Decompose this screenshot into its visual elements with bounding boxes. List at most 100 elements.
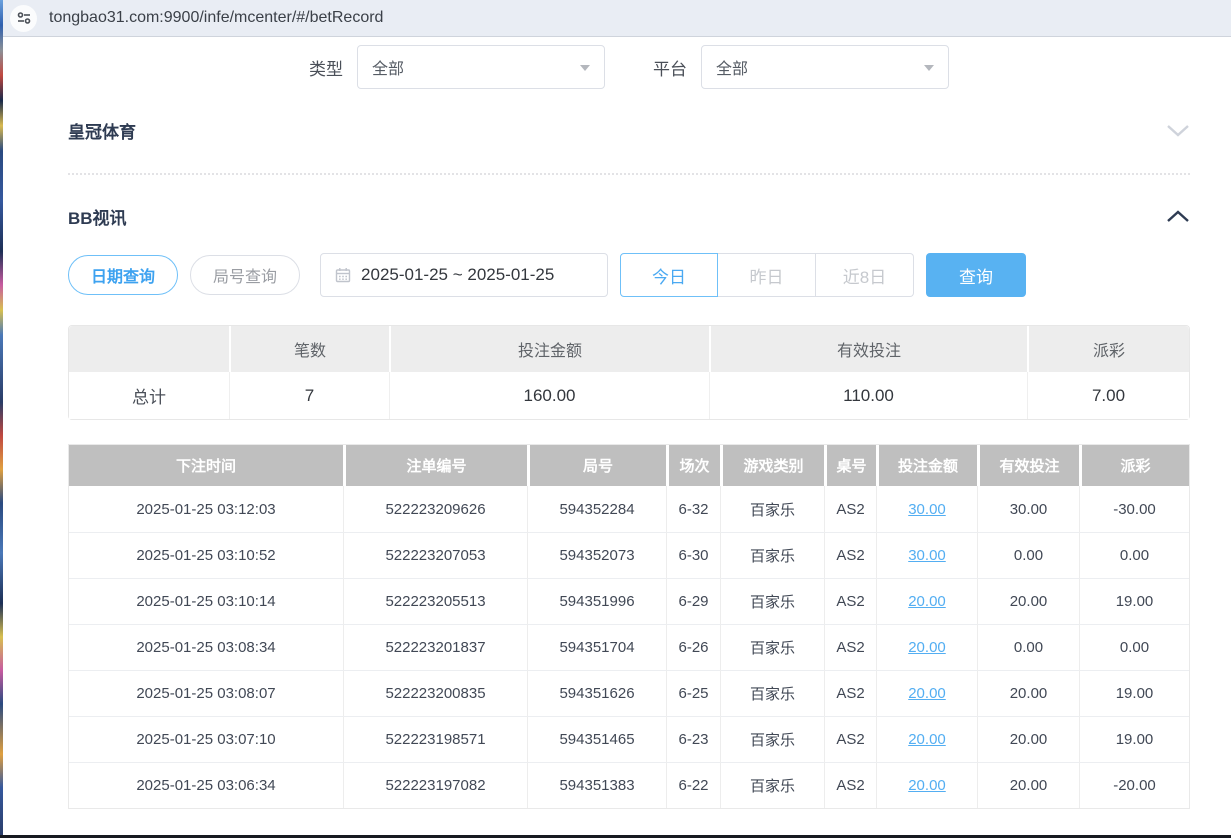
bet-amount-link[interactable]: 20.00: [908, 731, 946, 748]
quick-last8days-button[interactable]: 近8日: [816, 253, 914, 297]
table-row: 2025-01-25 03:08:34522223201837594351704…: [69, 624, 1189, 670]
header-bet-amount: 投注金额: [876, 445, 977, 486]
bet-amount-cell: 20.00: [876, 578, 977, 624]
payout-cell: 19.00: [1079, 670, 1189, 716]
payout-cell: 19.00: [1079, 716, 1189, 762]
round-query-button[interactable]: 局号查询: [190, 255, 300, 295]
valid-bet-cell: 20.00: [977, 670, 1079, 716]
header-round-no: 局号: [527, 445, 666, 486]
order-no-cell: 522223209626: [343, 486, 527, 532]
table-no-cell: AS2: [824, 486, 876, 532]
quick-today-button[interactable]: 今日: [620, 253, 718, 297]
bet-time-cell: 2025-01-25 03:07:10: [69, 716, 343, 762]
chevron-down-icon: [580, 65, 590, 76]
game-type-cell: 百家乐: [720, 716, 824, 762]
section-bb-video[interactable]: BB视讯: [68, 201, 1190, 231]
order-no-cell: 522223207053: [343, 532, 527, 578]
summary-header-payout: 派彩: [1027, 326, 1189, 372]
payout-cell: -20.00: [1079, 762, 1189, 808]
round-no-cell: 594351704: [527, 624, 666, 670]
game-type-cell: 百家乐: [720, 532, 824, 578]
summary-header-row: 笔数 投注金额 有效投注 派彩: [69, 326, 1189, 372]
header-payout: 派彩: [1079, 445, 1189, 486]
bet-amount-cell: 30.00: [876, 486, 977, 532]
summary-table: 笔数 投注金额 有效投注 派彩 总计 7 160.00 110.00 7.00: [68, 325, 1190, 420]
quick-yesterday-button[interactable]: 昨日: [718, 253, 816, 297]
table-row: 2025-01-25 03:06:34522223197082594351383…: [69, 762, 1189, 808]
bet-time-cell: 2025-01-25 03:10:14: [69, 578, 343, 624]
left-edge-artifact: [0, 0, 3, 838]
date-query-button[interactable]: 日期查询: [68, 255, 178, 295]
payout-cell: 0.00: [1079, 624, 1189, 670]
header-table-no: 桌号: [824, 445, 876, 486]
table-row: 2025-01-25 03:12:03522223209626594352284…: [69, 486, 1189, 532]
game-type-cell: 百家乐: [720, 762, 824, 808]
bet-amount-link[interactable]: 20.00: [908, 777, 946, 794]
table-no-cell: AS2: [824, 532, 876, 578]
valid-bet-cell: 0.00: [977, 532, 1079, 578]
bet-amount-cell: 20.00: [876, 762, 977, 808]
valid-bet-cell: 20.00: [977, 762, 1079, 808]
session-cell: 6-22: [666, 762, 720, 808]
bet-time-cell: 2025-01-25 03:08:07: [69, 670, 343, 716]
round-no-cell: 594351465: [527, 716, 666, 762]
bet-amount-link[interactable]: 30.00: [908, 547, 946, 564]
header-session: 场次: [666, 445, 720, 486]
order-no-cell: 522223197082: [343, 762, 527, 808]
bet-amount-cell: 30.00: [876, 532, 977, 578]
bet-amount-link[interactable]: 30.00: [908, 501, 946, 518]
round-no-cell: 594352284: [527, 486, 666, 532]
game-type-cell: 百家乐: [720, 578, 824, 624]
quick-range-group: 今日 昨日 近8日: [620, 253, 914, 297]
date-range-value: 2025-01-25 ~ 2025-01-25: [361, 265, 554, 285]
platform-select-value: 全部: [716, 55, 748, 79]
summary-header-bet-amount: 投注金额: [389, 326, 709, 372]
site-settings-icon[interactable]: [10, 5, 37, 32]
bet-time-cell: 2025-01-25 03:12:03: [69, 486, 343, 532]
valid-bet-cell: 0.00: [977, 624, 1079, 670]
header-valid-bet: 有效投注: [977, 445, 1079, 486]
round-no-cell: 594352073: [527, 532, 666, 578]
session-cell: 6-30: [666, 532, 720, 578]
summary-total-row: 总计 7 160.00 110.00 7.00: [69, 372, 1189, 419]
bet-table-header-row: 下注时间 注单编号 局号 场次 游戏类别 桌号 投注金额 有效投注 派彩: [69, 445, 1189, 486]
bet-time-cell: 2025-01-25 03:10:52: [69, 532, 343, 578]
valid-bet-cell: 20.00: [977, 578, 1079, 624]
order-no-cell: 522223200835: [343, 670, 527, 716]
section-title-crown: 皇冠体育: [68, 118, 136, 143]
round-no-cell: 594351996: [527, 578, 666, 624]
platform-select[interactable]: 全部: [701, 45, 949, 89]
bet-record-page: 类型 全部 平台 全部 皇冠体育 BB视: [0, 45, 1231, 809]
type-filter-group: 类型 全部: [309, 45, 605, 89]
order-no-cell: 522223198571: [343, 716, 527, 762]
round-no-cell: 594351383: [527, 762, 666, 808]
browser-address-bar[interactable]: tongbao31.com:9900/infe/mcenter/#/betRec…: [0, 0, 1231, 37]
url-text: tongbao31.com:9900/infe/mcenter/#/betRec…: [49, 9, 383, 27]
table-no-cell: AS2: [824, 670, 876, 716]
type-select[interactable]: 全部: [357, 45, 605, 89]
session-cell: 6-23: [666, 716, 720, 762]
bet-amount-link[interactable]: 20.00: [908, 639, 946, 656]
chevron-up-icon: [1166, 210, 1190, 223]
type-filter-label: 类型: [309, 55, 343, 80]
bet-records-table: 下注时间 注单编号 局号 场次 游戏类别 桌号 投注金额 有效投注 派彩 202…: [68, 444, 1190, 809]
calendar-icon: [335, 267, 351, 283]
date-range-picker[interactable]: 2025-01-25 ~ 2025-01-25: [320, 253, 608, 297]
payout-cell: -30.00: [1079, 486, 1189, 532]
game-type-cell: 百家乐: [720, 670, 824, 716]
search-button[interactable]: 查询: [926, 253, 1026, 297]
summary-header-valid-bet: 有效投注: [709, 326, 1027, 372]
header-bet-time: 下注时间: [69, 445, 343, 486]
summary-header-count: 笔数: [229, 326, 389, 372]
summary-total-count: 7: [229, 372, 389, 419]
table-row: 2025-01-25 03:10:14522223205513594351996…: [69, 578, 1189, 624]
section-title-bb: BB视讯: [68, 204, 127, 229]
platform-filter-group: 平台 全部: [653, 45, 949, 89]
bet-amount-cell: 20.00: [876, 624, 977, 670]
bet-amount-link[interactable]: 20.00: [908, 685, 946, 702]
section-crown-sports[interactable]: 皇冠体育: [68, 115, 1190, 145]
bet-amount-link[interactable]: 20.00: [908, 593, 946, 610]
type-select-value: 全部: [372, 55, 404, 79]
chevron-down-icon: [924, 65, 934, 76]
valid-bet-cell: 20.00: [977, 716, 1079, 762]
